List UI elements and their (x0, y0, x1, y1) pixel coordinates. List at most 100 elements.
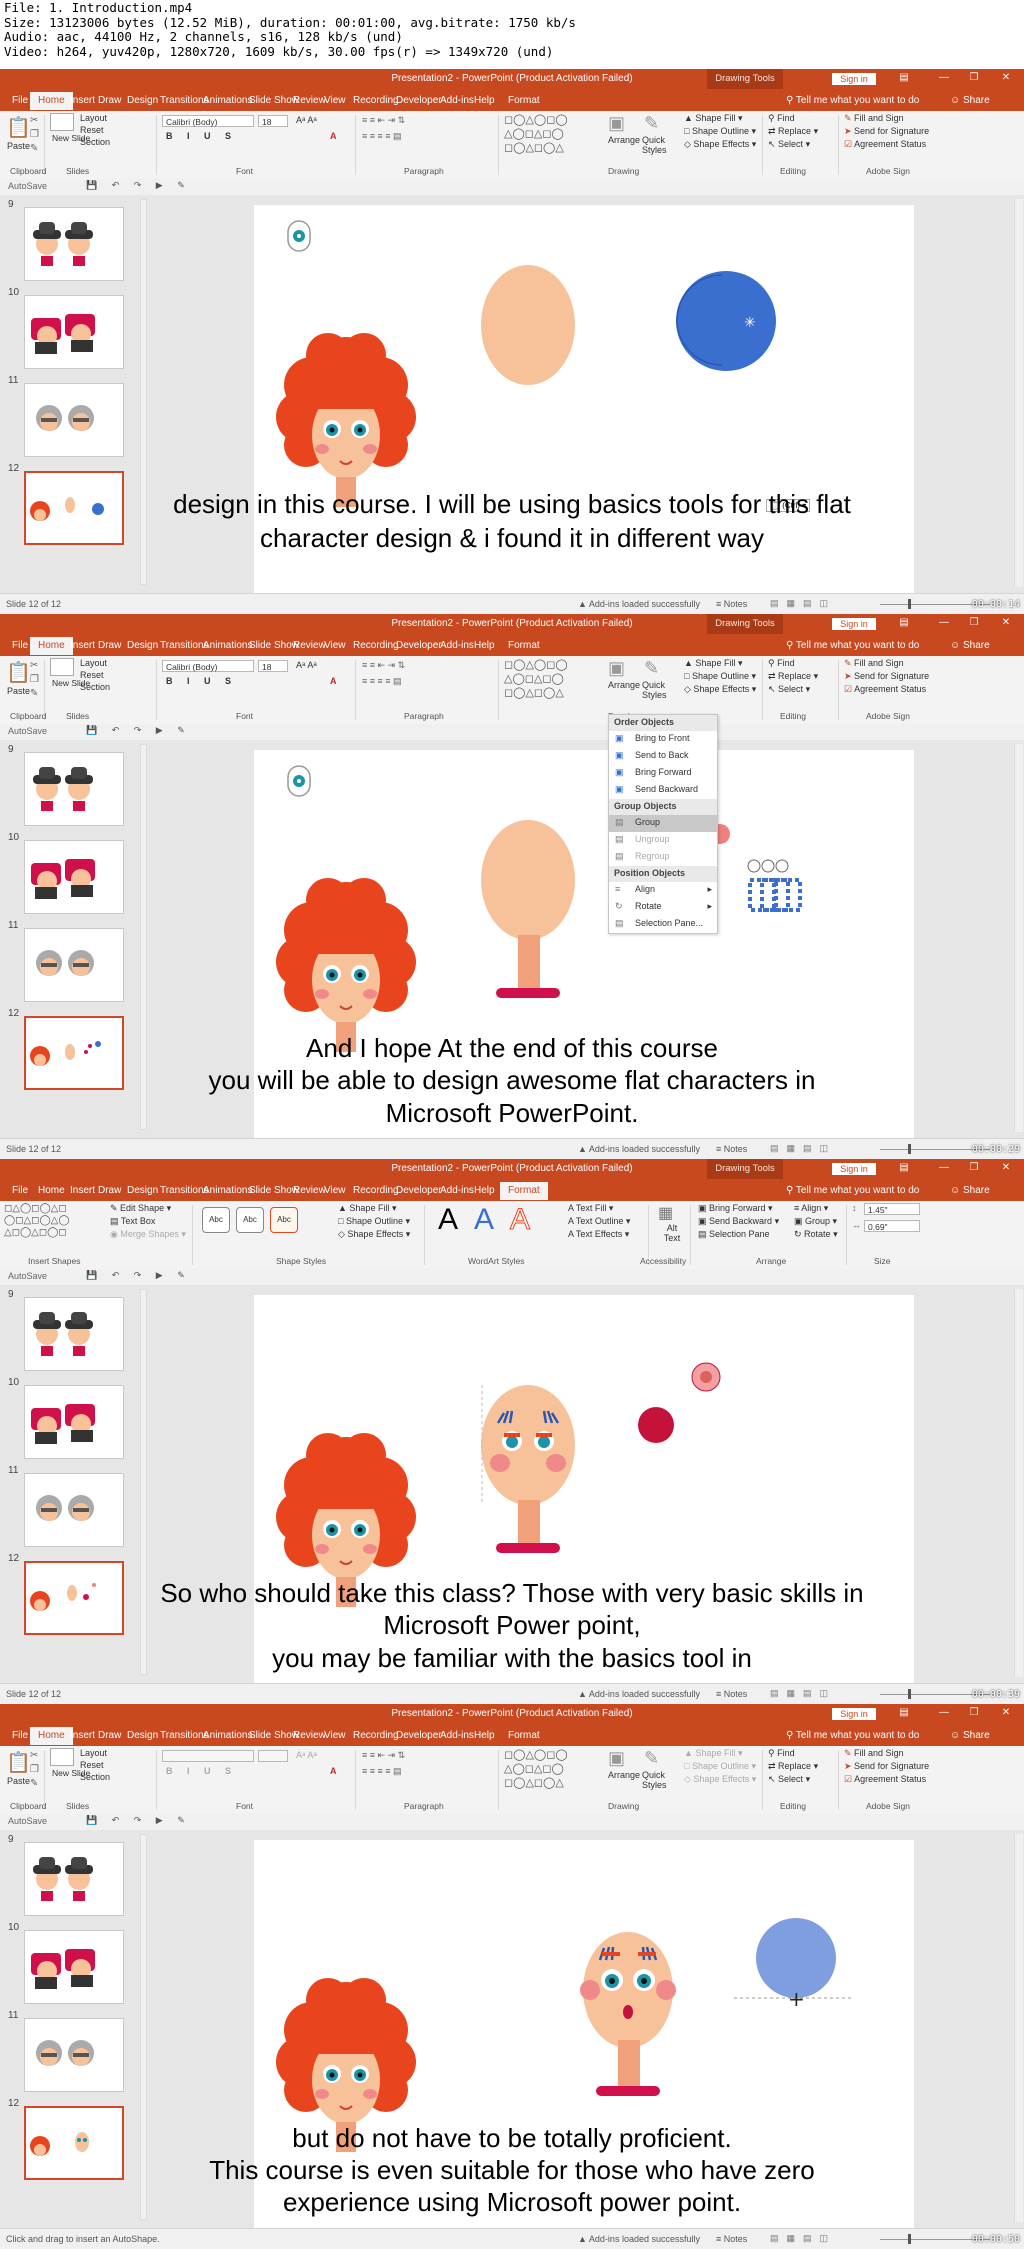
view-buttons[interactable]: ▤▦▤◫ (770, 1688, 836, 1699)
zoom-slider-thumb[interactable] (908, 2234, 911, 2244)
insert-shapes-gallery[interactable]: ◻△◯◻◯△◻ ◯◻△◻◯△◯ △◻◯△◻◯◻ (4, 1203, 108, 1239)
tell-me-search[interactable]: ⚲ Tell me what you want to do (786, 1185, 919, 1196)
reset-button[interactable]: Reset (80, 1760, 104, 1770)
ribbon-display-icon[interactable]: ▤ (896, 1707, 912, 1718)
fill-sign-button[interactable]: ✎ Fill and Sign (844, 1748, 904, 1759)
tab-draw[interactable]: Draw (98, 1730, 121, 1741)
slide-thumbnail[interactable] (24, 2018, 124, 2092)
shapes-gallery[interactable]: ◻◯△◯◻◯ △◯◻△◻◯ ◻◯△◻◯△ (504, 113, 590, 159)
tab-help[interactable]: Help (474, 95, 495, 106)
fill-sign-button[interactable]: ✎ Fill and Sign (844, 113, 904, 124)
tab-help[interactable]: Help (474, 1185, 495, 1196)
slide-thumbnail[interactable] (24, 752, 124, 826)
sign-in-button[interactable]: Sign in (832, 73, 876, 85)
zoom-slider-thumb[interactable] (908, 1144, 911, 1154)
shape-outline-button[interactable]: □ Shape Outline ▾ (684, 126, 756, 137)
section-button[interactable]: Section (80, 137, 110, 147)
shape-fill-button[interactable]: ▲ Shape Fill ▾ (684, 658, 742, 669)
sign-in-button[interactable]: Sign in (832, 1708, 876, 1720)
menu-item[interactable]: ▣ Send Backward (609, 782, 717, 799)
tab-animations[interactable]: Animations (203, 1730, 252, 1741)
font-name-box[interactable] (162, 1750, 254, 1762)
tab-developer[interactable]: Developer (396, 640, 442, 651)
tab-transitions[interactable]: Transitions (160, 1730, 209, 1741)
font-grow-icon[interactable]: Aᵃ Aᵃ (296, 660, 317, 670)
shape-style-swatch[interactable]: Abc (270, 1207, 298, 1233)
tab-view[interactable]: View (324, 1185, 346, 1196)
shape-fill-button[interactable]: ▲ Shape Fill ▾ (684, 113, 742, 124)
minimize-icon[interactable]: — (936, 1707, 952, 1718)
tab-file[interactable]: File (12, 1185, 28, 1196)
tab-review[interactable]: Review (293, 640, 326, 651)
shape-fill-button[interactable]: ▲ Shape Fill ▾ (684, 1748, 742, 1759)
tab-format[interactable]: Format (500, 1182, 548, 1200)
align-button[interactable]: ≡ Align ▾ (794, 1203, 828, 1214)
slide-thumbnail[interactable] (24, 1385, 124, 1459)
tab-add-ins[interactable]: Add-ins (440, 1185, 474, 1196)
send-signature-button[interactable]: ➤ Send for Signature (844, 671, 929, 682)
tab-file[interactable]: File (12, 1730, 28, 1741)
find-button[interactable]: ⚲ Find (768, 113, 795, 124)
rotate-button[interactable]: ↻ Rotate ▾ (794, 1229, 838, 1240)
slide-thumbnail[interactable] (24, 1930, 124, 2004)
find-button[interactable]: ⚲ Find (768, 658, 795, 669)
menu-item[interactable]: ↻ Rotate ▸ (609, 899, 717, 916)
wordart-style[interactable]: A (509, 1203, 530, 1237)
reset-button[interactable]: Reset (80, 125, 104, 135)
tab-recording[interactable]: Recording (353, 640, 399, 651)
section-button[interactable]: Section (80, 1772, 110, 1782)
ribbon-display-icon[interactable]: ▤ (896, 617, 912, 628)
shape-effects-button[interactable]: ◇ Shape Effects ▾ (684, 684, 756, 695)
tab-slide-show[interactable]: Slide Show (249, 1185, 299, 1196)
tab-format[interactable]: Format (508, 1730, 540, 1741)
layout-button[interactable]: Layout (80, 1748, 107, 1758)
close-icon[interactable]: ✕ (998, 617, 1014, 628)
tab-transitions[interactable]: Transitions (160, 1185, 209, 1196)
tab-insert[interactable]: Insert (70, 640, 95, 651)
qat-icons[interactable]: 💾 ↶ ↷ ▶ ✎ (86, 1270, 191, 1281)
ribbon-display-icon[interactable]: ▤ (896, 72, 912, 83)
tab-help[interactable]: Help (474, 1730, 495, 1741)
tell-me-search[interactable]: ⚲ Tell me what you want to do (786, 1730, 919, 1741)
autosave-toggle[interactable]: AutoSave (8, 1271, 47, 1281)
tab-insert[interactable]: Insert (70, 1730, 95, 1741)
maximize-icon[interactable]: ❐ (966, 617, 982, 628)
slide-thumbnail[interactable] (24, 1842, 124, 1916)
tab-animations[interactable]: Animations (203, 640, 252, 651)
maximize-icon[interactable]: ❐ (966, 1162, 982, 1173)
copy-icon[interactable]: ❐ (30, 1764, 39, 1775)
bold-italic-underline-icons[interactable]: B I U S (166, 676, 237, 686)
selection-pane-button[interactable]: ▤ Selection Pane (698, 1229, 770, 1240)
autosave-toggle[interactable]: AutoSave (8, 1816, 47, 1826)
menu-item[interactable]: ▣ Bring to Front (609, 731, 717, 748)
tab-draw[interactable]: Draw (98, 1185, 121, 1196)
qat-icons[interactable]: 💾 ↶ ↷ ▶ ✎ (86, 180, 191, 191)
blue-circle[interactable] (676, 271, 776, 371)
layout-button[interactable]: Layout (80, 113, 107, 123)
tab-view[interactable]: View (324, 95, 346, 106)
sign-in-button[interactable]: Sign in (832, 1163, 876, 1175)
sign-in-button[interactable]: Sign in (832, 618, 876, 630)
menu-item[interactable]: ▤ Selection Pane... (609, 916, 717, 933)
format-painter-icon[interactable]: ✎ (30, 688, 38, 699)
tab-animations[interactable]: Animations (203, 95, 252, 106)
slide-thumbnail[interactable] (24, 1473, 124, 1547)
tab-design[interactable]: Design (127, 1185, 158, 1196)
replace-button[interactable]: ⇄ Replace ▾ (768, 671, 818, 682)
alt-text-button[interactable]: Alt Text (660, 1223, 684, 1243)
menu-item[interactable]: ▣ Send to Back (609, 748, 717, 765)
cut-icon[interactable]: ✂ (30, 660, 38, 671)
share-button[interactable]: ☺ Share (950, 1730, 990, 1741)
font-color-icon[interactable]: A (330, 131, 337, 141)
font-color-icon[interactable]: A (330, 1766, 337, 1776)
agreement-status-button[interactable]: ☑ Agreement Status (844, 1774, 926, 1785)
tab-slide-show[interactable]: Slide Show (249, 640, 299, 651)
shapes-gallery[interactable]: ◻◯△◯◻◯ △◯◻△◻◯ ◻◯△◻◯△ (504, 658, 590, 704)
tab-format[interactable]: Format (508, 640, 540, 651)
autosave-toggle[interactable]: AutoSave (8, 181, 47, 191)
tell-me-search[interactable]: ⚲ Tell me what you want to do (786, 640, 919, 651)
curly-hair-character[interactable] (276, 878, 416, 1052)
format-painter-icon[interactable]: ✎ (30, 143, 38, 154)
tab-insert[interactable]: Insert (70, 1185, 95, 1196)
text-effects-button[interactable]: A Text Effects ▾ (568, 1229, 629, 1240)
